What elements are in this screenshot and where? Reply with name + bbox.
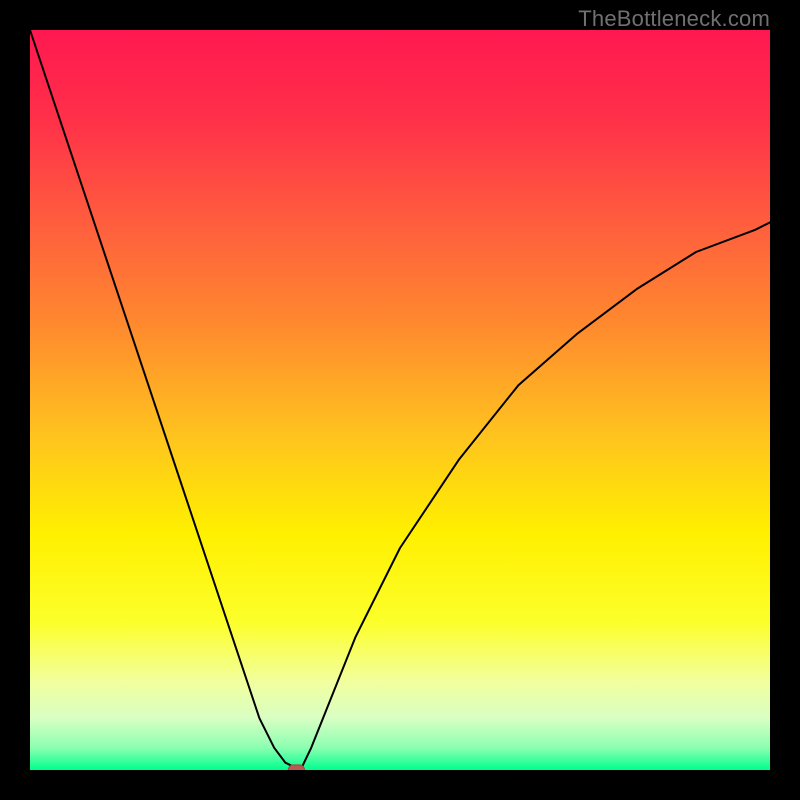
markers-group <box>288 765 304 770</box>
chart-frame: TheBottleneck.com <box>0 0 800 800</box>
watermark-text: TheBottleneck.com <box>578 6 770 32</box>
minimum-marker <box>288 765 304 770</box>
chart-svg <box>30 30 770 770</box>
gradient-background <box>30 30 770 770</box>
plot-area <box>30 30 770 770</box>
